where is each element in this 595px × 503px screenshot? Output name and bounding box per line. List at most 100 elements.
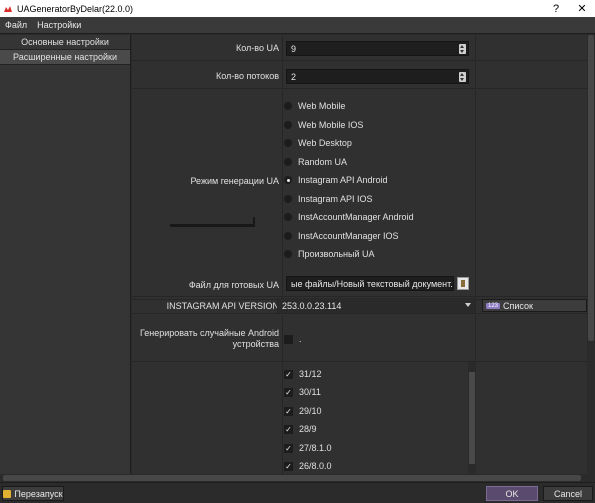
threads-input[interactable]: 2: [286, 69, 469, 84]
versions-scroll-thumb[interactable]: [469, 372, 475, 464]
restart-button[interactable]: Перезапуск: [2, 486, 64, 501]
checkmark-icon: ✓: [284, 369, 293, 379]
title-bar: UAGeneratorByDelar(22.0.0) ? ✕: [0, 0, 595, 17]
mode-option-label: InstAccountManager Android: [298, 212, 414, 222]
checkmark-icon: ✓: [284, 424, 293, 434]
output-file-label: Файл для готовых UA: [188, 280, 279, 290]
radio-icon: [284, 102, 292, 110]
mode-option-label: Произвольный UA: [298, 249, 375, 259]
cancel-button[interactable]: Cancel: [543, 486, 593, 501]
ua-count-input[interactable]: 9: [286, 41, 469, 56]
mode-option-instagram-api-android[interactable]: Instagram API Android: [284, 174, 388, 186]
mode-option-random-ua[interactable]: Random UA: [284, 156, 347, 168]
api-version-select[interactable]: 253.0.0.23.114: [278, 298, 475, 313]
horizontal-scrollbar[interactable]: [0, 474, 587, 482]
random-devices-row: Генерировать случайные Android устройств…: [132, 315, 587, 362]
radio-icon: [284, 250, 292, 258]
api-version-row: INSTAGRAM API VERSION 253.0.0.23.114 123…: [132, 298, 587, 314]
output-file-row: Файл для готовых UA ые файлы/Новый текст…: [132, 272, 587, 297]
radio-icon: [284, 232, 292, 240]
radio-icon: [284, 121, 292, 129]
threads-spinner-icon[interactable]: [459, 72, 466, 82]
android-version-item[interactable]: ✓ 26/8.0.0: [284, 460, 332, 472]
android-version-label: 27/8.1.0: [299, 443, 332, 453]
android-version-label: 28/9: [299, 424, 317, 434]
random-devices-label: Генерировать случайные Android устройств…: [139, 328, 279, 349]
mode-option-custom-ua[interactable]: Произвольный UA: [284, 248, 375, 260]
list-button-label: Список: [503, 300, 533, 311]
radio-icon: [284, 213, 292, 221]
ua-count-value: 9: [291, 43, 297, 54]
output-file-input[interactable]: ые файлы/Новый текстовый документ.txt: [286, 276, 454, 291]
mode-option-label: Web Desktop: [298, 138, 352, 148]
threads-value: 2: [291, 71, 297, 82]
android-version-label: 31/12: [299, 369, 322, 379]
close-button[interactable]: ✕: [569, 2, 595, 15]
checkmark-icon: ✓: [284, 461, 293, 471]
horizontal-scroll-thumb[interactable]: [3, 475, 581, 481]
vertical-scrollbar[interactable]: [587, 35, 595, 482]
menu-file[interactable]: Файл: [0, 20, 32, 30]
mode-option-label: Random UA: [298, 157, 348, 167]
radio-icon: [284, 158, 292, 166]
android-version-label: 26/8.0.0: [299, 461, 332, 471]
bottom-bar: Перезапуск OK Cancel: [0, 482, 595, 503]
random-devices-suffix: .: [299, 334, 302, 344]
radio-icon: [284, 195, 292, 203]
ua-count-spinner-icon[interactable]: [459, 44, 466, 54]
mode-option-instaccountmanager-ios[interactable]: InstAccountManager IOS: [284, 230, 399, 242]
android-version-item[interactable]: ✓ 30/11: [284, 386, 321, 398]
mode-option-web-mobile[interactable]: Web Mobile: [284, 100, 345, 112]
settings-panel: Кол-во UA 9 Кол-во потоков 2 Режим генер…: [132, 35, 587, 482]
android-version-item[interactable]: ✓ 31/12: [284, 368, 322, 380]
list-button[interactable]: 123 Список: [482, 299, 587, 312]
menu-settings[interactable]: Настройки: [32, 20, 86, 30]
restart-label: Перезапуск: [14, 488, 63, 499]
ua-count-label: Кол-во UA: [236, 43, 279, 53]
threads-label: Кол-во потоков: [215, 71, 279, 81]
vertical-scroll-thumb[interactable]: [588, 35, 594, 341]
ua-count-row: Кол-во UA 9: [132, 35, 587, 61]
window-title: UAGeneratorByDelar(22.0.0): [17, 3, 134, 14]
radio-selected-icon: [284, 176, 292, 184]
list-123-icon: 123: [486, 302, 501, 309]
random-devices-checkbox[interactable]: .: [284, 333, 302, 345]
threads-row: Кол-во потоков 2: [132, 62, 587, 89]
checkmark-icon: ✓: [284, 387, 293, 397]
radio-icon: [284, 139, 292, 147]
android-version-item[interactable]: ✓ 29/10: [284, 405, 322, 417]
checkmark-icon: ✓: [284, 406, 293, 416]
mode-option-label: Web Mobile: [298, 101, 346, 111]
mode-option-label: Instagram API Android: [298, 175, 388, 185]
mode-option-instagram-api-ios[interactable]: Instagram API IOS: [284, 193, 373, 205]
mode-label: Режим генерации UA: [190, 176, 279, 186]
mode-divider-edge: [253, 217, 255, 227]
sidebar-item-advanced-settings[interactable]: Расширенные настройки: [0, 50, 130, 65]
sidebar: Основные настройки Расширенные настройки: [0, 35, 131, 482]
mode-option-instaccountmanager-android[interactable]: InstAccountManager Android: [284, 211, 414, 223]
versions-scrollbar[interactable]: [468, 362, 476, 475]
mode-row: Режим генерации UA Web Mobile Web Mobile…: [132, 90, 587, 300]
mode-option-label: Web Mobile IOS: [298, 120, 364, 130]
sidebar-item-basic-settings[interactable]: Основные настройки: [0, 35, 130, 50]
chevron-down-icon: [465, 303, 471, 307]
mode-divider: [170, 224, 254, 227]
android-version-label: 29/10: [299, 406, 322, 416]
checkbox-icon: [284, 334, 293, 344]
help-button[interactable]: ?: [543, 3, 569, 15]
mode-option-web-mobile-ios[interactable]: Web Mobile IOS: [284, 119, 363, 131]
menu-bar: Файл Настройки: [0, 17, 595, 34]
android-version-label: 30/11: [299, 387, 321, 397]
ok-button[interactable]: OK: [486, 486, 538, 501]
restart-icon: [3, 489, 12, 498]
checkmark-icon: ✓: [284, 443, 293, 453]
mode-option-label: Instagram API IOS: [298, 194, 373, 204]
mode-option-web-desktop[interactable]: Web Desktop: [284, 137, 352, 149]
api-version-value: 253.0.0.23.114: [282, 300, 342, 311]
android-version-item[interactable]: ✓ 27/8.1.0: [284, 442, 332, 454]
mode-option-label: InstAccountManager IOS: [298, 231, 399, 241]
android-version-item[interactable]: ✓ 28/9: [284, 423, 317, 435]
android-versions-row: ✓ 31/12 ✓ 30/11 ✓ 29/10 ✓ 28/9 ✓ 27/8.1.0 ✓ 26…: [132, 363, 587, 482]
api-version-label: INSTAGRAM API VERSION: [166, 301, 279, 311]
browse-file-icon[interactable]: [457, 277, 469, 290]
